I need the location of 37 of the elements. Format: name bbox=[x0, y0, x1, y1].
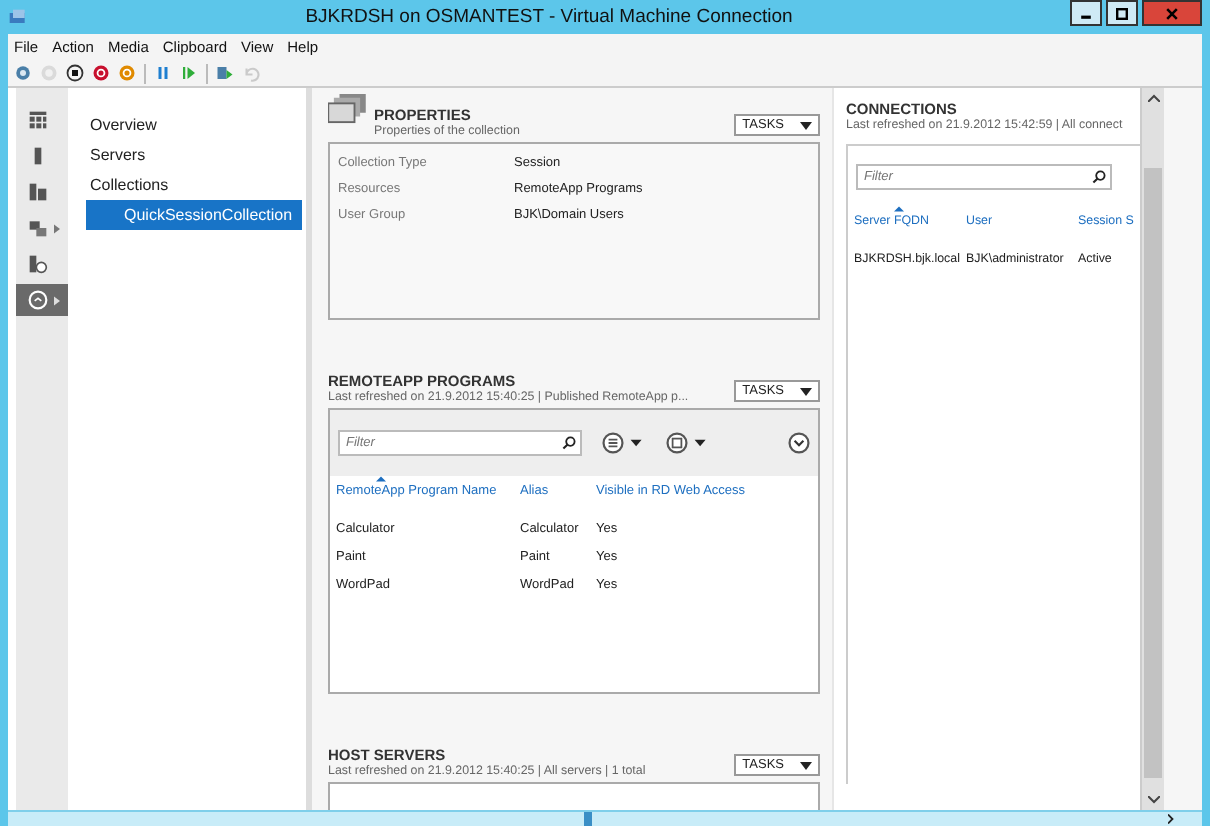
nav-item[interactable]: Collections bbox=[68, 170, 306, 200]
scroll-up-icon[interactable] bbox=[1147, 94, 1159, 102]
stop-icon[interactable] bbox=[66, 64, 84, 82]
expand-icon[interactable] bbox=[788, 432, 810, 454]
expand-arrow-icon bbox=[54, 295, 60, 305]
scroll-thumb[interactable] bbox=[584, 812, 592, 826]
horizontal-scrollbar[interactable] bbox=[8, 810, 1202, 826]
scroll-thumb[interactable] bbox=[1144, 168, 1162, 778]
search-icon bbox=[562, 436, 576, 450]
vertical-scrollbar[interactable] bbox=[1140, 88, 1164, 810]
servers-icon bbox=[28, 182, 48, 202]
expand-arrow-icon bbox=[54, 223, 60, 233]
app-icon bbox=[8, 7, 28, 27]
save-options-icon[interactable] bbox=[666, 432, 710, 454]
scroll-right-icon[interactable] bbox=[1168, 814, 1174, 824]
maximize-icon bbox=[1114, 5, 1130, 21]
server-clock-icon bbox=[28, 254, 48, 274]
window-title: BJKRDSH on OSMANTEST - Virtual Machine Connection bbox=[303, 6, 795, 28]
nav-item[interactable]: Servers bbox=[68, 140, 306, 170]
properties-icon bbox=[328, 94, 366, 124]
caret-icon bbox=[800, 761, 812, 769]
search-icon bbox=[1092, 169, 1106, 183]
caret-icon bbox=[800, 121, 812, 129]
close-button[interactable] bbox=[1142, 0, 1202, 26]
nav-item[interactable]: QuickSessionCollection bbox=[86, 200, 302, 230]
maximize-button[interactable] bbox=[1106, 0, 1138, 26]
nav-tile[interactable] bbox=[16, 284, 68, 316]
folders-icon bbox=[28, 218, 48, 238]
play-icon[interactable] bbox=[180, 64, 198, 82]
nav-item[interactable]: Overview bbox=[68, 110, 306, 140]
list-options-icon[interactable] bbox=[602, 432, 646, 454]
close-icon bbox=[1164, 5, 1180, 21]
pause-icon[interactable] bbox=[154, 64, 172, 82]
caret-icon bbox=[800, 387, 812, 395]
scroll-down-icon[interactable] bbox=[1147, 796, 1159, 804]
grid-icon bbox=[28, 110, 48, 130]
minimize-button[interactable] bbox=[1070, 0, 1102, 26]
